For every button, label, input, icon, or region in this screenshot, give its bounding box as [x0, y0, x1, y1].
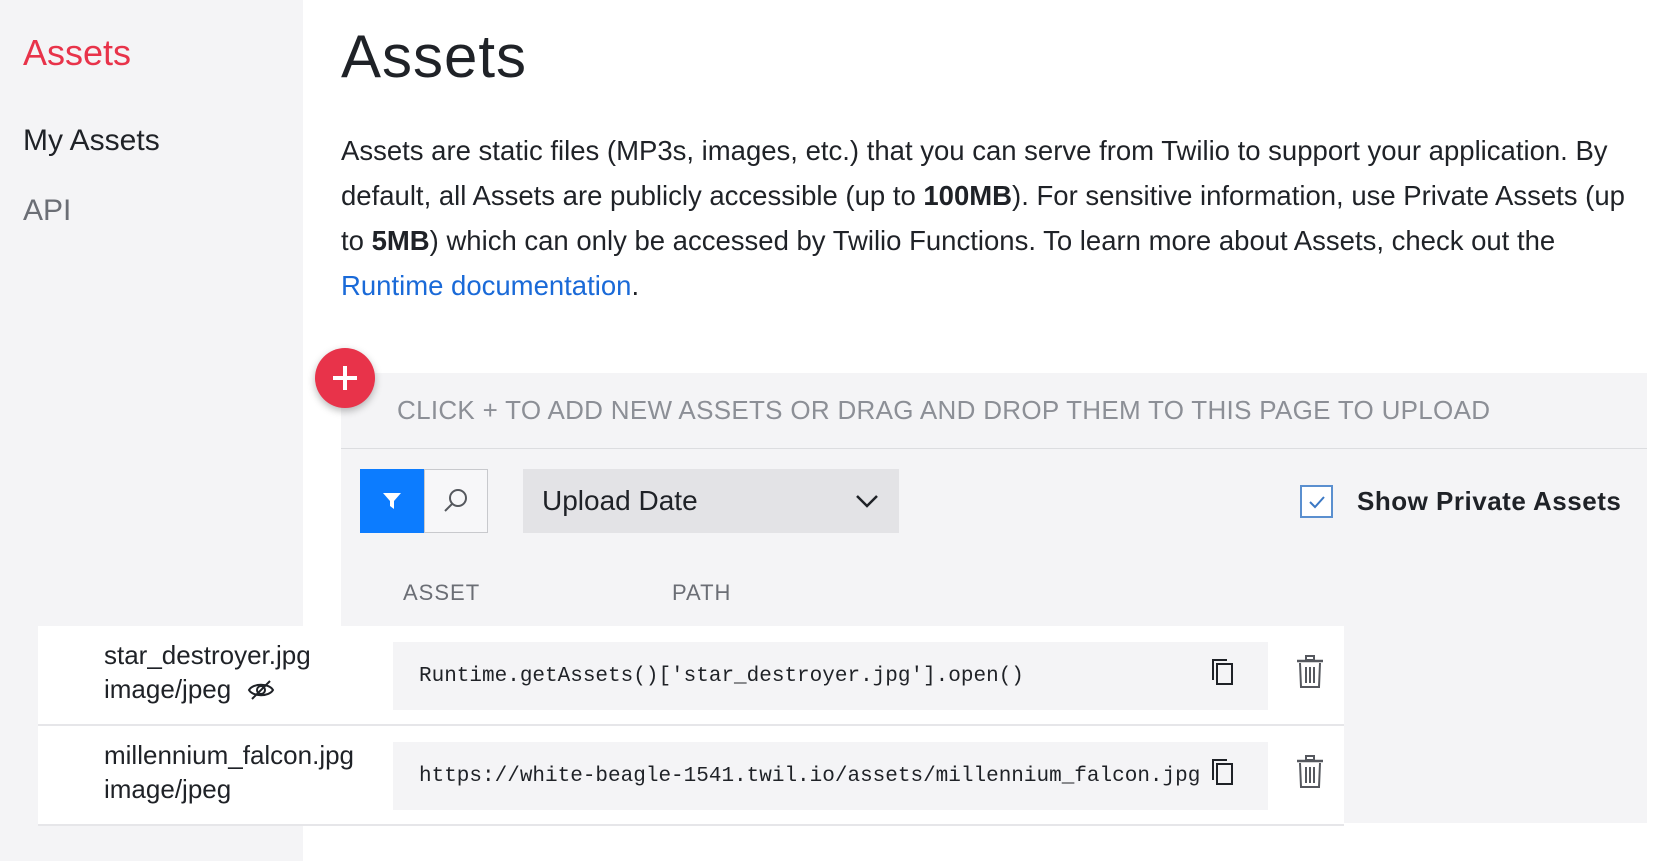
page-title: Assets [341, 23, 528, 90]
trash-icon [1297, 655, 1323, 688]
copy-icon [1212, 659, 1233, 685]
eye-slash-icon [247, 679, 275, 701]
checkmark-icon [1308, 495, 1325, 508]
add-asset-button[interactable] [315, 348, 375, 408]
upload-hint: CLICK + TO ADD NEW ASSETS OR DRAG AND DR… [397, 395, 1491, 425]
sort-dropdown[interactable]: Upload Date [523, 469, 899, 533]
table-row: millennium_falcon.jpg image/jpeg https:/… [38, 726, 1344, 826]
private-size-limit: 5MB [371, 225, 430, 256]
runtime-documentation-link[interactable]: Runtime documentation [341, 270, 631, 301]
asset-name: millennium_falcon.jpg [104, 740, 355, 770]
copy-path-button[interactable] [1208, 656, 1238, 688]
table-row: star_destroyer.jpg image/jpeg Runtime.ge… [38, 626, 1344, 726]
delete-asset-button[interactable] [1294, 654, 1326, 690]
copy-icon [1212, 759, 1233, 785]
plus-icon [333, 366, 357, 390]
show-private-assets-toggle[interactable]: Show Private Assets [1300, 485, 1621, 518]
asset-name: star_destroyer.jpg [104, 640, 311, 670]
public-size-limit: 100MB [923, 180, 1013, 211]
asset-type: image/jpeg [104, 774, 232, 804]
trash-icon [1297, 755, 1323, 788]
delete-asset-button[interactable] [1294, 754, 1326, 790]
asset-path: https://white-beagle-1541.twil.io/assets… [419, 764, 1201, 788]
sidebar-section-title: Assets [23, 32, 132, 73]
asset-type-cell: image/jpeg [104, 674, 275, 705]
show-private-assets-label: Show Private Assets [1357, 486, 1622, 516]
sort-dropdown-value: Upload Date [542, 485, 698, 516]
filter-icon [383, 493, 401, 509]
intro-paragraph: Assets are static files (MP3s, images, e… [341, 128, 1631, 308]
chevron-down-icon [856, 495, 878, 508]
search-icon [444, 489, 467, 512]
divider [341, 448, 1647, 449]
sidebar-item-my-assets[interactable]: My Assets [23, 124, 160, 158]
column-header-path: PATH [672, 580, 732, 605]
asset-path: Runtime.getAssets()['star_destroyer.jpg'… [419, 664, 1024, 688]
asset-table: star_destroyer.jpg image/jpeg Runtime.ge… [38, 626, 1344, 826]
search-button[interactable] [424, 469, 488, 533]
copy-path-button[interactable] [1208, 756, 1238, 788]
intro-text-3: ) which can only be accessed by Twilio F… [429, 225, 1556, 256]
intro-text-4: . [631, 270, 640, 301]
show-private-assets-checkbox[interactable] [1300, 485, 1333, 518]
filter-button[interactable] [360, 469, 424, 533]
sidebar-item-api[interactable]: API [23, 194, 71, 228]
asset-path-field[interactable]: Runtime.getAssets()['star_destroyer.jpg'… [393, 642, 1268, 710]
asset-path-field[interactable]: https://white-beagle-1541.twil.io/assets… [393, 742, 1268, 810]
column-header-asset: ASSET [403, 580, 481, 605]
asset-type-cell: image/jpeg [104, 774, 231, 805]
asset-type: image/jpeg [104, 674, 232, 704]
